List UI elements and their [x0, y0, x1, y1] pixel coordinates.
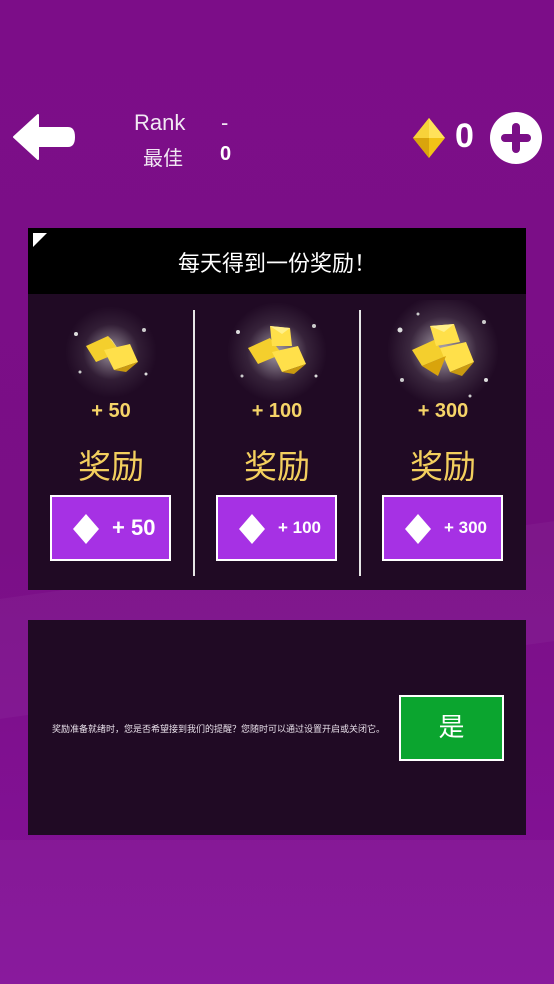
claim-button-label: + 300 [444, 518, 488, 537]
reward-amount: + 50 [91, 400, 131, 422]
plus-icon [501, 123, 531, 153]
reward-title: 每天得到一份奖励！ [177, 252, 376, 277]
reward-amount: + 100 [251, 400, 303, 422]
reward-label: 奖励 [410, 447, 476, 486]
reward-option-2: + 100 奖励 + 100 [194, 294, 360, 590]
claim-reward-button[interactable]: + 300 [382, 495, 503, 561]
gem-icon [412, 117, 446, 159]
gold-nuggets-icon [227, 302, 327, 402]
notification-message: 奖励准备就绪时，您是否希望接到我们的提醒？您随时可以通过设置开启或关闭它。 [52, 725, 386, 735]
corner-marker [33, 233, 47, 247]
claim-button-label: + 50 [112, 515, 156, 540]
gold-nuggets-icon [65, 306, 157, 398]
gem-icon [405, 514, 431, 544]
gem-count: 0 [455, 117, 474, 155]
reward-label: 奖励 [244, 447, 310, 486]
reward-header: 每天得到一份奖励！ [28, 228, 526, 294]
claim-reward-button[interactable]: + 100 [216, 495, 337, 561]
rank-value: - [221, 110, 229, 135]
claim-reward-button[interactable]: + 50 [50, 495, 171, 561]
gem-icon [73, 514, 99, 544]
back-arrow-icon [13, 114, 75, 160]
background-stripe [0, 840, 554, 984]
add-gems-button[interactable] [490, 112, 542, 164]
claim-button-label: + 100 [278, 518, 322, 537]
back-button[interactable] [8, 108, 76, 166]
reward-option-3: + 300 奖励 + 300 [360, 294, 526, 590]
rank-label: Rank [134, 110, 186, 135]
reward-option-1: + 50 奖励 + 50 [28, 294, 194, 590]
reward-label: 奖励 [78, 447, 144, 486]
daily-reward-panel: 每天得到一份奖励！ + 50 奖励 + 50 + 100 奖励 + 100 + … [28, 228, 526, 590]
gem-icon [239, 514, 265, 544]
best-score-label: 最佳 [143, 148, 183, 170]
best-score-value: 0 [220, 143, 232, 165]
yes-button[interactable]: 是 [399, 695, 504, 761]
gold-nuggets-icon [387, 300, 499, 406]
reward-amount: + 300 [417, 400, 469, 422]
notification-panel: 奖励准备就绪时，您是否希望接到我们的提醒？您随时可以通过设置开启或关闭它。 是 [28, 620, 526, 835]
